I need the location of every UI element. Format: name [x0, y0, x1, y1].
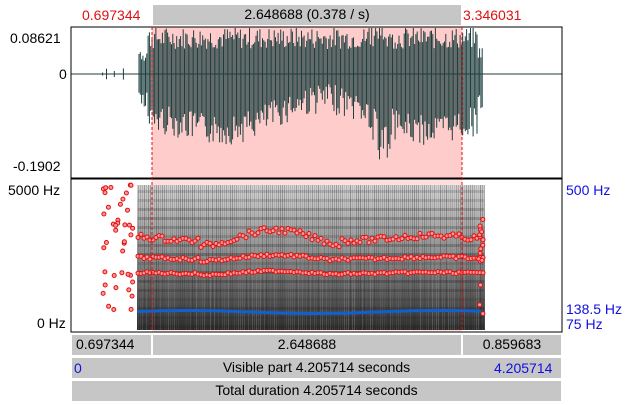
formant-point — [477, 250, 483, 256]
bottom-left-segment-label: 0.697344 — [76, 336, 135, 352]
formant-point — [126, 222, 132, 228]
formant-point — [480, 270, 486, 276]
formant-point — [243, 235, 249, 241]
spectrogram-band — [138, 280, 484, 283]
spectrogram-band — [138, 244, 484, 247]
formant-point — [103, 240, 109, 245]
formant-point — [119, 270, 125, 276]
formant-point — [126, 287, 132, 293]
formant-point — [102, 269, 108, 275]
formant-point — [480, 237, 486, 243]
bottom-right-segment-label: 0.859683 — [482, 336, 542, 352]
spectrogram-band — [138, 316, 484, 319]
total-duration-label: Total duration 4.205714 seconds — [215, 382, 418, 398]
formant-point — [102, 282, 108, 288]
spectrogram-band — [138, 190, 484, 193]
formant-point — [113, 222, 119, 228]
formant-point — [195, 235, 201, 241]
spectrogram-band — [138, 325, 484, 328]
formant-point — [381, 234, 387, 240]
visible-end-label: 4.205714 — [494, 360, 553, 376]
formant-point — [101, 211, 107, 217]
formant-point — [113, 285, 119, 291]
formant-point — [129, 293, 135, 299]
formant-point — [478, 282, 483, 288]
formant-point — [128, 306, 134, 312]
formant-point — [125, 271, 131, 277]
formant-point — [103, 185, 109, 191]
formant-point — [479, 257, 485, 263]
formant-point — [477, 223, 483, 229]
bottom-middle-segment[interactable]: 2.648688 — [152, 334, 462, 356]
formant-point — [366, 240, 372, 246]
formant-point — [312, 233, 318, 239]
spectrogram-band — [138, 298, 484, 301]
bottom-right-segment[interactable]: 0.859683 — [462, 334, 562, 356]
formant-point — [195, 255, 201, 260]
formant-point — [122, 222, 128, 228]
formant-point — [102, 190, 108, 196]
bottom-left-segment[interactable]: 0.697344 — [71, 334, 152, 356]
formant-point — [117, 201, 123, 207]
formant-point — [111, 307, 117, 312]
formant-point — [417, 230, 423, 236]
formant-point — [479, 229, 485, 235]
total-duration-bar[interactable]: Total duration 4.205714 seconds — [71, 380, 562, 402]
formant-point — [105, 204, 111, 210]
formant-point — [121, 239, 127, 245]
formant-point — [309, 237, 315, 243]
formant-point — [106, 303, 112, 309]
bottom-middle-segment-label: 2.648688 — [277, 336, 337, 352]
visible-part-label: Visible part 4.205714 seconds — [222, 359, 411, 375]
formant-point — [357, 239, 363, 245]
spectrogram-band — [138, 226, 484, 229]
formant-point — [125, 207, 130, 213]
formant-point — [372, 238, 378, 244]
formant-point — [276, 230, 282, 236]
spectrogram-band — [138, 208, 484, 211]
formant-point — [363, 234, 369, 240]
formant-point — [159, 233, 165, 239]
formant-point — [234, 236, 240, 242]
formant-point — [468, 237, 474, 243]
spectrogram-band — [138, 199, 484, 202]
spectrogram-band — [138, 217, 484, 220]
formant-point — [477, 302, 483, 308]
formant-point — [128, 232, 134, 238]
formant-point — [336, 244, 342, 250]
formant-point — [111, 273, 117, 278]
formant-point — [113, 227, 119, 233]
spectrogram-band — [138, 289, 484, 292]
formant-point — [456, 231, 462, 237]
formant-point — [480, 217, 486, 222]
formant-point — [100, 290, 106, 296]
formant-point — [306, 231, 312, 236]
formant-point — [318, 235, 324, 241]
formant-point — [282, 230, 288, 236]
formant-point — [123, 190, 129, 196]
formant-point — [120, 248, 126, 254]
visible-part-bar[interactable]: Visible part 4.205714 seconds — [71, 357, 562, 379]
sound-editor-window: 0.697344 2.648688 (0.378 / s) 3.346031 0… — [0, 0, 631, 405]
formant-point — [414, 236, 420, 242]
formant-point — [108, 185, 114, 190]
formant-point — [480, 242, 486, 248]
formant-point — [138, 231, 144, 237]
visible-start-label: 0 — [74, 360, 82, 376]
formant-point — [273, 225, 279, 231]
spectrogram-band — [138, 262, 484, 265]
formant-point — [480, 311, 486, 317]
formant-point — [255, 230, 261, 236]
formant-point — [130, 279, 136, 285]
formant-point — [101, 245, 107, 251]
formant-point — [120, 196, 126, 202]
formant-point — [128, 182, 134, 188]
formant-point — [279, 226, 285, 232]
